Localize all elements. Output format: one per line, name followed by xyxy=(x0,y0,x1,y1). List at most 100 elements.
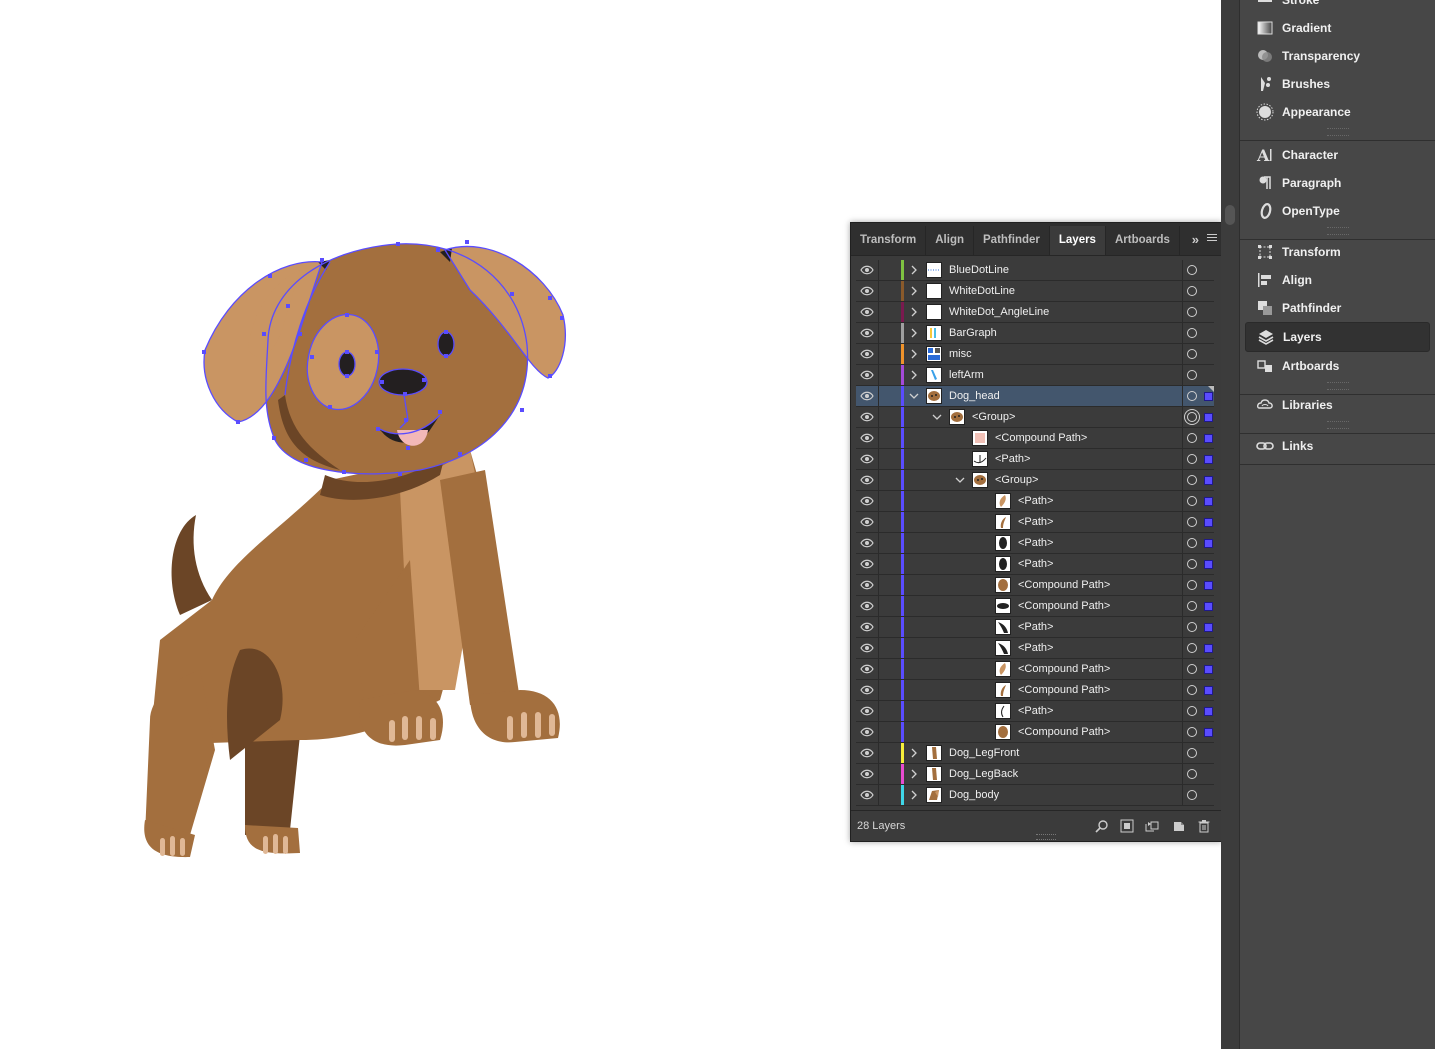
collect-in-new-layer-icon[interactable] xyxy=(1145,819,1159,833)
selection-indicator[interactable] xyxy=(1204,539,1213,548)
layer-row[interactable]: <Group> xyxy=(856,407,1214,428)
lock-toggle[interactable] xyxy=(878,323,879,343)
lock-toggle[interactable] xyxy=(878,764,879,784)
chevron-down-icon[interactable] xyxy=(909,391,919,401)
chevron-right-icon[interactable] xyxy=(909,286,919,296)
target-circle-icon[interactable] xyxy=(1187,286,1197,296)
selection-indicator[interactable] xyxy=(1204,602,1213,611)
selection-indicator[interactable] xyxy=(1204,413,1213,422)
layer-name[interactable]: Dog_head xyxy=(949,390,1000,402)
chevron-right-icon[interactable] xyxy=(909,370,919,380)
lock-toggle[interactable] xyxy=(878,407,879,427)
tab-layers[interactable]: Layers xyxy=(1049,226,1106,255)
visibility-eye-icon[interactable] xyxy=(860,790,874,800)
panel-resize-grip[interactable] xyxy=(1036,834,1056,840)
tab-artboards[interactable]: Artboards xyxy=(1106,226,1180,255)
layer-row[interactable]: BarGraph xyxy=(856,323,1214,344)
lock-toggle[interactable] xyxy=(878,281,879,301)
layer-row[interactable]: <Path> xyxy=(856,638,1214,659)
layer-row[interactable]: <Path> xyxy=(856,554,1214,575)
layer-row[interactable]: BlueDotLine xyxy=(856,260,1214,281)
visibility-eye-icon[interactable] xyxy=(860,349,874,359)
target-circle-icon[interactable] xyxy=(1187,412,1197,422)
lock-toggle[interactable] xyxy=(878,491,879,511)
chevron-right-icon[interactable] xyxy=(909,769,919,779)
layer-name[interactable]: <Compound Path> xyxy=(1018,684,1110,696)
lock-toggle[interactable] xyxy=(878,365,879,385)
target-circle-icon[interactable] xyxy=(1187,727,1197,737)
visibility-eye-icon[interactable] xyxy=(860,412,874,422)
target-circle-icon[interactable] xyxy=(1187,601,1197,611)
dock-item-gradient[interactable]: Gradient xyxy=(1245,14,1430,42)
lock-toggle[interactable] xyxy=(878,680,879,700)
dock-item-character[interactable]: A Character xyxy=(1245,141,1430,169)
dock-item-stroke[interactable]: Stroke xyxy=(1245,0,1430,14)
chevron-down-icon[interactable] xyxy=(955,475,965,485)
target-circle-icon[interactable] xyxy=(1187,643,1197,653)
selection-indicator[interactable] xyxy=(1204,707,1213,716)
visibility-eye-icon[interactable] xyxy=(860,517,874,527)
dock-item-artboards[interactable]: Artboards xyxy=(1245,352,1430,380)
lock-toggle[interactable] xyxy=(878,659,879,679)
layer-name[interactable]: <Group> xyxy=(972,411,1015,423)
lock-toggle[interactable] xyxy=(878,260,879,280)
layer-name[interactable]: <Path> xyxy=(995,453,1030,465)
selection-indicator[interactable] xyxy=(1204,686,1213,695)
tab-pathfinder[interactable]: Pathfinder xyxy=(974,226,1050,255)
target-circle-icon[interactable] xyxy=(1187,328,1197,338)
lock-toggle[interactable] xyxy=(878,722,879,742)
target-circle-icon[interactable] xyxy=(1187,475,1197,485)
visibility-eye-icon[interactable] xyxy=(860,601,874,611)
dock-item-transform[interactable]: Transform xyxy=(1245,238,1430,266)
visibility-eye-icon[interactable] xyxy=(860,286,874,296)
selection-indicator[interactable] xyxy=(1204,497,1213,506)
target-circle-icon[interactable] xyxy=(1187,580,1197,590)
selection-indicator[interactable] xyxy=(1204,455,1213,464)
visibility-eye-icon[interactable] xyxy=(860,328,874,338)
dog-illustration[interactable] xyxy=(0,0,620,880)
layer-name[interactable]: <Path> xyxy=(1018,705,1053,717)
visibility-eye-icon[interactable] xyxy=(860,685,874,695)
layer-name[interactable]: <Compound Path> xyxy=(1018,579,1110,591)
target-circle-icon[interactable] xyxy=(1187,454,1197,464)
selection-indicator[interactable] xyxy=(1204,392,1213,401)
layer-name[interactable]: <Path> xyxy=(1018,558,1053,570)
layer-row[interactable]: <Compound Path> xyxy=(856,596,1214,617)
layer-row[interactable]: <Group> xyxy=(856,470,1214,491)
layer-row[interactable]: Dog_LegBack xyxy=(856,764,1214,785)
layer-name[interactable]: <Path> xyxy=(1018,642,1053,654)
tab-transform[interactable]: Transform xyxy=(851,226,927,255)
layer-row[interactable]: WhiteDotLine xyxy=(856,281,1214,302)
selection-indicator[interactable] xyxy=(1204,476,1213,485)
layer-row[interactable]: <Compound Path> xyxy=(856,575,1214,596)
visibility-eye-icon[interactable] xyxy=(860,769,874,779)
dock-item-layers[interactable]: Layers xyxy=(1245,322,1430,352)
target-circle-icon[interactable] xyxy=(1187,307,1197,317)
lock-toggle[interactable] xyxy=(878,449,879,469)
layer-name[interactable]: <Path> xyxy=(1018,516,1053,528)
target-circle-icon[interactable] xyxy=(1187,790,1197,800)
selection-indicator[interactable] xyxy=(1204,665,1213,674)
layer-row[interactable]: <Path> xyxy=(856,491,1214,512)
lock-toggle[interactable] xyxy=(878,533,879,553)
visibility-eye-icon[interactable] xyxy=(860,580,874,590)
dock-item-brushes[interactable]: Brushes xyxy=(1245,70,1430,98)
layer-row[interactable]: <Path> xyxy=(856,701,1214,722)
panel-menu-icon[interactable] xyxy=(1207,234,1217,243)
layer-name[interactable]: Dog_body xyxy=(949,789,999,801)
lock-toggle[interactable] xyxy=(878,785,879,805)
layer-row[interactable]: Dog_head xyxy=(856,386,1214,407)
chevron-right-icon[interactable] xyxy=(909,790,919,800)
tab-align[interactable]: Align xyxy=(926,226,974,255)
visibility-eye-icon[interactable] xyxy=(860,664,874,674)
layer-name[interactable]: <Group> xyxy=(995,474,1038,486)
visibility-eye-icon[interactable] xyxy=(860,454,874,464)
create-new-layer-icon[interactable] xyxy=(1172,819,1186,833)
chevron-right-icon[interactable] xyxy=(909,265,919,275)
chevron-right-icon[interactable] xyxy=(909,328,919,338)
layer-name[interactable]: BarGraph xyxy=(949,327,997,339)
target-circle-icon[interactable] xyxy=(1187,496,1197,506)
layer-name[interactable]: Dog_LegBack xyxy=(949,768,1018,780)
lock-toggle[interactable] xyxy=(878,617,879,637)
layer-name[interactable]: WhiteDot_AngleLine xyxy=(949,306,1049,318)
